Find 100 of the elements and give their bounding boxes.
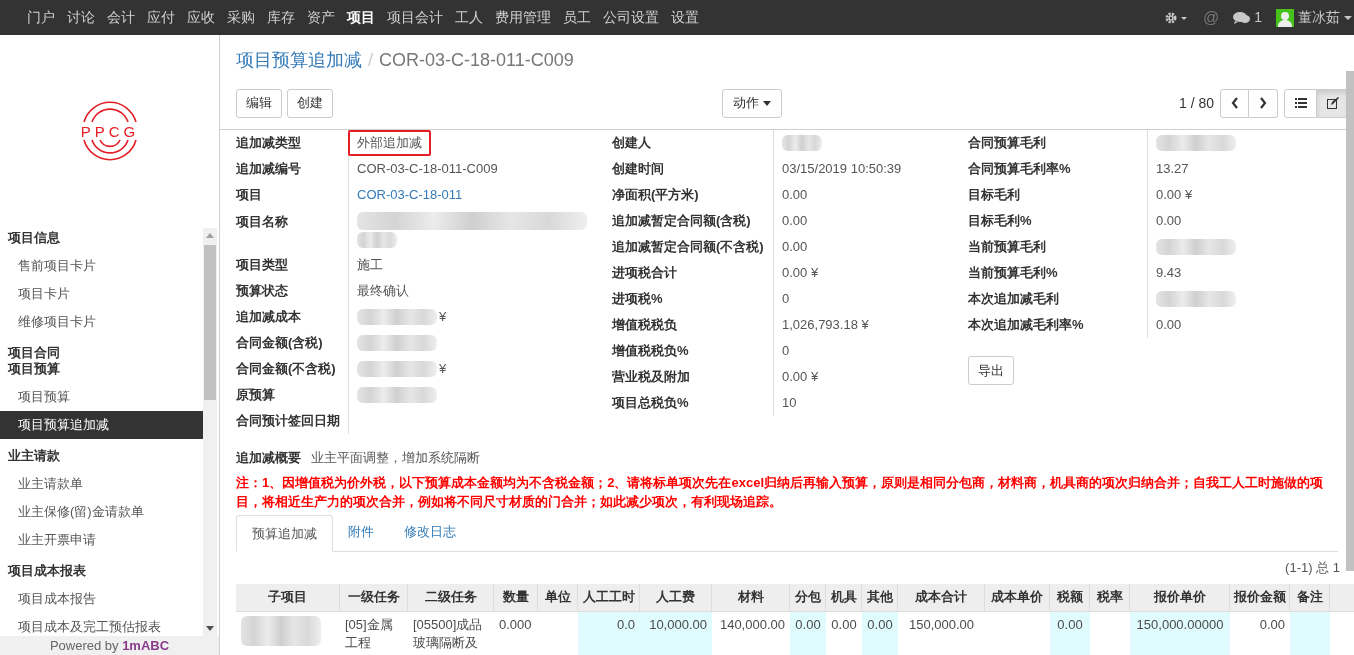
settings-icon[interactable] [1164, 11, 1189, 24]
column-header[interactable]: 二级任务 [408, 583, 494, 611]
note-text: 注：1、因增值税为价外税，以下预算成本金额均为不含税金额；2、请将标单项次先在excel归纳后再输入预算，原则是相同分包商，材料商，机具商的项次归纳合并；自我工人工时施做的项目，将相近生产力的项次合并，例如将不同尺寸材质的门合并；如此减少项次，有利现场追踪。 [235, 473, 1324, 511]
breadcrumb-link[interactable]: 项目预算追加减 [236, 47, 362, 74]
sidebar-item[interactable]: 项目成本报告 [0, 585, 203, 613]
column-header[interactable]: 子项目 [236, 583, 340, 611]
scrollbar[interactable] [203, 228, 217, 636]
nav-item[interactable]: 应收 [187, 7, 215, 28]
messages-link[interactable]: 1 [1233, 7, 1262, 28]
nav-item[interactable]: 采购 [227, 7, 255, 28]
column-header[interactable]: 人工工时 [578, 583, 640, 611]
toolbar-button[interactable]: 创建 [287, 88, 333, 118]
field-value: 13.27 [1156, 160, 1189, 179]
pager-text: 1 / 80 [1178, 93, 1214, 113]
field-label: 合同预算毛利 [968, 134, 1047, 153]
nav-item[interactable]: 项目会计 [387, 7, 443, 28]
action-button[interactable]: 动作 [722, 88, 782, 118]
nav-item[interactable]: 门户 [27, 7, 55, 28]
column-header[interactable]: 其他 [862, 583, 898, 611]
nav-item[interactable]: 讨论 [67, 7, 95, 28]
nav-item[interactable]: 费用管理 [495, 7, 551, 28]
nav-item[interactable]: 资产 [307, 7, 335, 28]
column-header[interactable]: 数量 [494, 583, 538, 611]
field-label: 项目总税负% [612, 394, 690, 413]
previous-button[interactable] [1220, 88, 1249, 118]
field-label: 合同预算毛利率% [968, 160, 1072, 179]
field-label: 本次追加减毛利率% [968, 316, 1085, 335]
field-label: 合同金额(含税) [236, 334, 324, 353]
column-header[interactable]: 单位 [538, 583, 578, 611]
table-cell[interactable]: 0.0 [578, 611, 640, 655]
table-cell[interactable]: 0.00 [790, 611, 826, 655]
field-value: 0.00 ¥ [782, 368, 819, 387]
column-header[interactable]: 机具 [826, 583, 862, 611]
field-link[interactable]: COR-03-C-18-011 [357, 185, 463, 205]
nav-item[interactable]: 库存 [267, 7, 295, 28]
column-header[interactable]: 备注 [1290, 583, 1330, 611]
sidebar-item[interactable]: 维修项目卡片 [0, 308, 203, 336]
editable-cell[interactable] [1290, 611, 1330, 655]
column-header[interactable]: 报价单价 [1130, 583, 1230, 611]
field-value: 0.00 [782, 212, 808, 231]
column-header[interactable]: 成本单价 [985, 583, 1050, 611]
user-menu[interactable]: 董冰茹 [1276, 7, 1354, 28]
field-label: 追加减成本 [236, 308, 302, 327]
currency-symbol: ¥ [439, 360, 447, 379]
nav-item[interactable]: 工人 [455, 7, 483, 28]
column-header[interactable]: 税率 [1090, 583, 1130, 611]
column-header[interactable]: 税额 [1050, 583, 1090, 611]
field-label: 进项税% [612, 290, 664, 309]
nav-item[interactable]: 项目 [347, 7, 375, 28]
table-cell[interactable]: 0.00 [862, 611, 898, 655]
table-cell[interactable]: 0.00 [1050, 611, 1090, 655]
toolbar-button[interactable]: 编辑 [236, 88, 282, 118]
field-label: 净面积(平方米) [612, 186, 700, 205]
sidebar-item[interactable]: 业主请款单 [0, 470, 203, 498]
sidebar-heading: 项目合同 [6, 345, 61, 361]
chevron-left-icon [1230, 97, 1239, 109]
sidebar-item[interactable]: 项目预算 [0, 383, 203, 411]
sidebar-item[interactable]: 项目成本及完工预估报表 [0, 613, 203, 636]
field-value: 业主平面调整，增加系统隔断 [311, 449, 480, 467]
scroll-down-icon[interactable] [206, 626, 214, 631]
nav-item[interactable]: 设置 [671, 7, 699, 28]
export-button[interactable]: 导出 [968, 356, 1014, 385]
field-value: 0.00 [1156, 316, 1182, 335]
scrollbar[interactable] [1346, 71, 1354, 571]
view-list-button[interactable] [1284, 88, 1317, 118]
column-header[interactable]: 报价金额 [1230, 583, 1290, 611]
column-header[interactable]: 一级任务 [340, 583, 408, 611]
sidebar-item[interactable]: 业主保修(留)金请款单 [0, 498, 203, 526]
field-label: 增值税税负% [612, 342, 690, 361]
field-value: 0 [782, 342, 790, 361]
currency-symbol: ¥ [439, 308, 447, 327]
nav-item[interactable]: 公司设置 [603, 7, 659, 28]
tab[interactable]: 修改日志 [389, 513, 471, 551]
field-label: 当前预算毛利 [968, 238, 1047, 257]
next-button[interactable] [1249, 88, 1278, 118]
sidebar-item[interactable]: 业主开票申请 [0, 526, 203, 554]
footer-text: Powered by 1mABC [0, 636, 219, 655]
nav-item[interactable]: 应付 [147, 7, 175, 28]
column-header[interactable]: 分包 [790, 583, 826, 611]
blurred-value [357, 232, 397, 248]
sidebar-item[interactable]: 项目预算追加减 [0, 411, 203, 439]
column-header[interactable]: 成本合计 [898, 583, 985, 611]
table-cell[interactable]: 150,000.00000 [1130, 611, 1230, 655]
tab[interactable]: 预算追加减 [236, 514, 333, 552]
column-header[interactable]: 材料 [712, 583, 790, 611]
field-label: 项目名称 [236, 213, 289, 231]
column-header[interactable]: 人工费 [640, 583, 712, 611]
field-label: 目标毛利 [968, 186, 1021, 205]
sidebar-heading: 项目预算 [6, 361, 61, 377]
sidebar-item[interactable]: 售前项目卡片 [0, 252, 203, 280]
breadcrumb-current: COR-03-C-18-011-C009 [379, 49, 574, 72]
sidebar-item[interactable]: 项目卡片 [0, 280, 203, 308]
field-value: 03/15/2019 10:50:39 [782, 160, 902, 179]
field-value: 0.00 [782, 186, 808, 205]
tab[interactable]: 附件 [333, 513, 389, 551]
field-label: 进项税合计 [612, 264, 678, 283]
nav-item[interactable]: 员工 [563, 7, 591, 28]
nav-item[interactable]: 会计 [107, 7, 135, 28]
table-cell[interactable]: 10,000.00 [640, 611, 712, 655]
chat-icon [1233, 10, 1252, 25]
